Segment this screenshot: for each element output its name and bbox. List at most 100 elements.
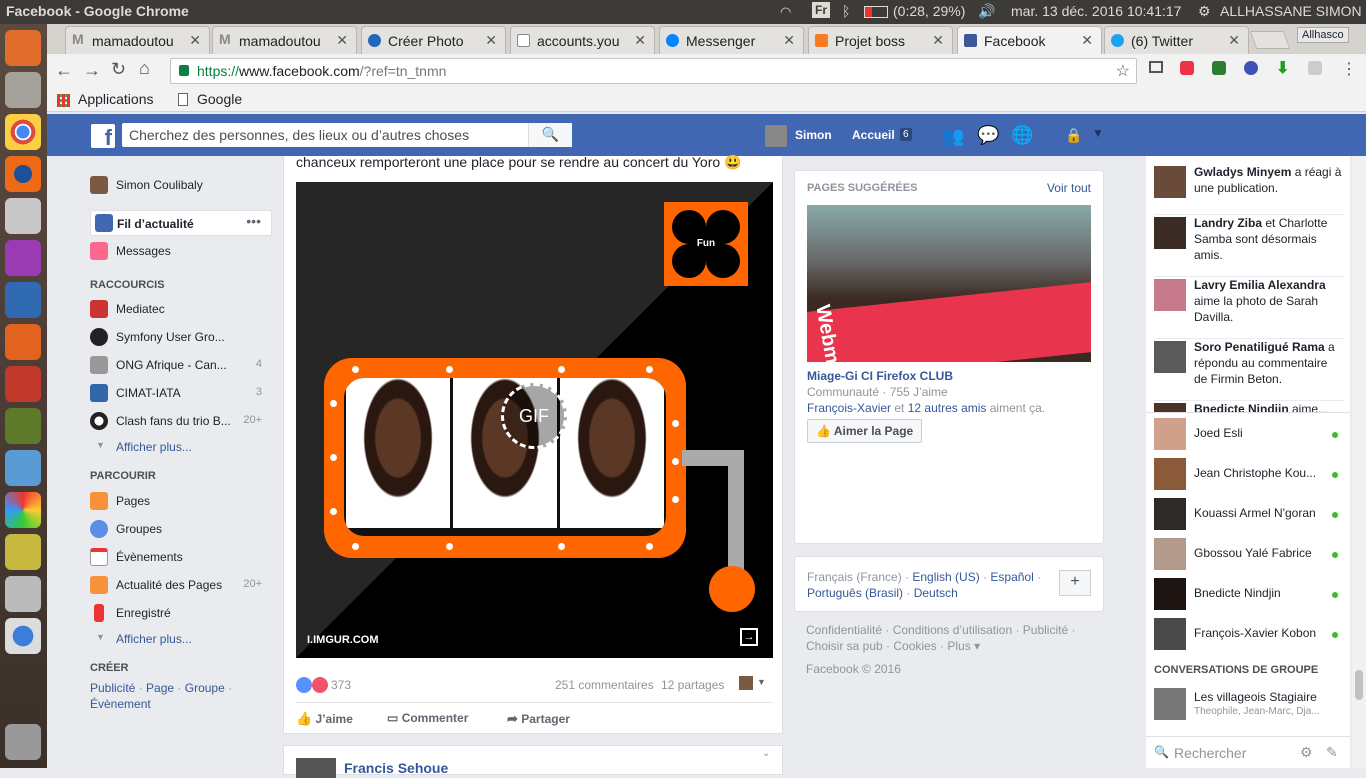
ticker-item[interactable]: Bnedicte Nindjin aime...	[1154, 400, 1344, 412]
sidebar-item-symfony[interactable]: Symfony User Gro...	[90, 326, 272, 348]
files-icon[interactable]	[5, 72, 41, 108]
search-icon[interactable]: 🔍	[528, 123, 572, 147]
post-gif[interactable]: Fun GIF I.IMGUR.COM →	[296, 182, 773, 658]
lang-espanol[interactable]: Español	[990, 570, 1033, 584]
sidebar-item-ong-afrique[interactable]: ONG Afrique - Can... 4	[90, 354, 272, 376]
like-reaction-icon[interactable]	[296, 677, 312, 693]
account-menu-chevron-icon[interactable]: ▼	[1092, 126, 1104, 140]
virtualbox-icon[interactable]	[5, 450, 41, 486]
bookmark-applications[interactable]: Applications	[78, 91, 154, 107]
pencil-icon[interactable]	[5, 408, 41, 444]
sidebar-show-more-shortcuts[interactable]: ▼ Afficher plus...	[90, 436, 272, 458]
facebook-logo-icon[interactable]: f	[91, 124, 115, 150]
extension-grey-icon[interactable]	[1308, 61, 1322, 75]
notifications-globe-icon[interactable]: 🌐	[1011, 125, 1033, 146]
create-group-link[interactable]: Groupe	[185, 681, 225, 695]
friend-requests-icon[interactable]: 👥	[942, 126, 964, 147]
comments-count[interactable]: 251 commentaires	[555, 678, 654, 692]
close-icon[interactable]: ✕	[783, 32, 795, 49]
page-scrollbar[interactable]	[1352, 156, 1366, 768]
screenshot-icon[interactable]	[5, 198, 41, 234]
footer-links[interactable]: Confidentialité · Conditions d’utilisati…	[806, 622, 1102, 654]
sidebar-profile[interactable]: Simon Coulibaly	[90, 174, 272, 196]
like-button[interactable]: 👍 J’aime	[296, 711, 353, 727]
color-picker-icon[interactable]	[5, 492, 41, 528]
back-arrow-icon[interactable]: ←	[55, 60, 73, 81]
chrome-icon[interactable]	[5, 114, 41, 150]
close-icon[interactable]: ✕	[634, 32, 646, 49]
like-page-button[interactable]: 👍 Aimer la Page	[807, 419, 923, 443]
create-event-link[interactable]: Évènement	[90, 697, 151, 711]
close-icon[interactable]: ✕	[485, 32, 497, 49]
sidebar-item-clash-fans[interactable]: Clash fans du trio B... 20+	[90, 410, 272, 432]
lang-deutsch[interactable]: Deutsch	[914, 586, 958, 600]
dash-icon[interactable]	[5, 30, 41, 66]
sidebar-show-more-explore[interactable]: ▼ Afficher plus...	[90, 628, 272, 650]
sidebar-item-groups[interactable]: Groupes	[90, 518, 272, 540]
group-conversation[interactable]: Les villageois Stagiaire Theophile, Jean…	[1154, 686, 1344, 726]
sidebar-item-events[interactable]: Évènements	[90, 546, 272, 568]
sidebar-item-news-feed[interactable]: Fil d’actualité •••	[90, 210, 272, 236]
home-link[interactable]: Accueil	[852, 128, 895, 142]
compose-icon[interactable]: ✎	[1326, 744, 1338, 761]
wifi-icon[interactable]: ◠	[780, 4, 791, 20]
battery-icon[interactable]	[864, 6, 888, 18]
audio-icon[interactable]	[5, 534, 41, 570]
ticker-item[interactable]: Landry Ziba et Charlotte Samba sont déso…	[1154, 214, 1344, 272]
new-tab-button[interactable]	[1249, 31, 1291, 49]
trash-icon[interactable]	[5, 724, 41, 760]
reactions-count[interactable]: 373	[331, 678, 351, 692]
open-link-icon[interactable]: →	[740, 628, 758, 646]
sidebar-item-pages[interactable]: Pages	[90, 490, 272, 512]
create-page-link[interactable]: Page	[146, 681, 174, 695]
chevron-down-icon[interactable]: ⌄	[762, 748, 770, 759]
gif-play-button[interactable]: GIF	[501, 383, 567, 449]
phpstorm-icon[interactable]	[5, 240, 41, 276]
camera-icon[interactable]	[5, 576, 41, 612]
reload-icon[interactable]: ↻	[111, 59, 126, 80]
tab-creer-photo[interactable]: Créer Photo ✕	[361, 26, 506, 54]
writer-icon[interactable]	[5, 282, 41, 318]
close-icon[interactable]: ✕	[189, 32, 201, 49]
gear-icon[interactable]: ⚙	[1300, 744, 1313, 761]
other-friends-link[interactable]: 12 autres amis	[908, 401, 987, 415]
suggested-page-image[interactable]: Webma	[807, 205, 1091, 362]
extension-download-icon[interactable]	[1212, 61, 1226, 75]
sidebar-item-saved[interactable]: Enregistré	[90, 602, 272, 624]
facebook-search-input[interactable]: Cherchez des personnes, des lieux ou d’a…	[122, 123, 572, 147]
home-icon[interactable]: ⌂	[139, 58, 150, 79]
add-language-button[interactable]: +	[1059, 570, 1091, 596]
profile-link[interactable]: Simon	[795, 128, 832, 142]
extension-arrow-down-icon[interactable]: ⬇	[1276, 58, 1289, 78]
comment-button[interactable]: ▭ Commenter	[387, 711, 468, 725]
chat-contact[interactable]: Bnedicte Nindjin	[1154, 576, 1344, 612]
share-button[interactable]: ➦ Partager	[507, 711, 570, 727]
suggested-page-name[interactable]: Miage-Gi CI Firefox CLUB	[807, 369, 953, 383]
volume-icon[interactable]: 🔊	[978, 3, 995, 20]
chevron-down-icon[interactable]: ▼	[757, 677, 766, 687]
extension-pocket-icon[interactable]	[1244, 61, 1258, 75]
gif-source[interactable]: I.IMGUR.COM	[307, 634, 379, 646]
avatar[interactable]	[739, 676, 753, 690]
tab-messenger[interactable]: Messenger ✕	[659, 26, 804, 54]
tab-gmail-2[interactable]: Mmamadoutou ✕	[212, 26, 357, 54]
tab-facebook[interactable]: Facebook ✕	[957, 26, 1102, 54]
bookmark-google[interactable]: Google	[197, 91, 242, 107]
sidebar-item-cimat[interactable]: CIMAT-IATA 3	[90, 382, 272, 404]
chat-contact[interactable]: Jean Christophe Kou...	[1154, 456, 1344, 492]
love-reaction-icon[interactable]	[312, 677, 328, 693]
firefox-icon[interactable]	[5, 156, 41, 192]
chat-contact[interactable]: François-Xavier Kobon	[1154, 616, 1344, 652]
sidebar-item-mediatec[interactable]: Mediatec	[90, 298, 272, 320]
clock[interactable]: mar. 13 déc. 2016 10:41:17	[1011, 3, 1181, 19]
tools-icon[interactable]	[5, 366, 41, 402]
close-icon[interactable]: ✕	[1081, 32, 1093, 49]
lang-portugues[interactable]: Português (Brasil)	[807, 586, 903, 600]
chat-contact[interactable]: Kouassi Armel N'goran	[1154, 496, 1344, 532]
chat-search-input[interactable]: Rechercher	[1174, 745, 1246, 761]
session-user[interactable]: ALLHASSANE SIMON	[1220, 3, 1362, 19]
settings-gear-icon[interactable]: ⚙	[1198, 3, 1211, 20]
keyboard-layout[interactable]: Fr	[812, 2, 830, 18]
more-dots-icon[interactable]: •••	[246, 213, 261, 229]
see-all-link[interactable]: Voir tout	[1047, 181, 1091, 195]
